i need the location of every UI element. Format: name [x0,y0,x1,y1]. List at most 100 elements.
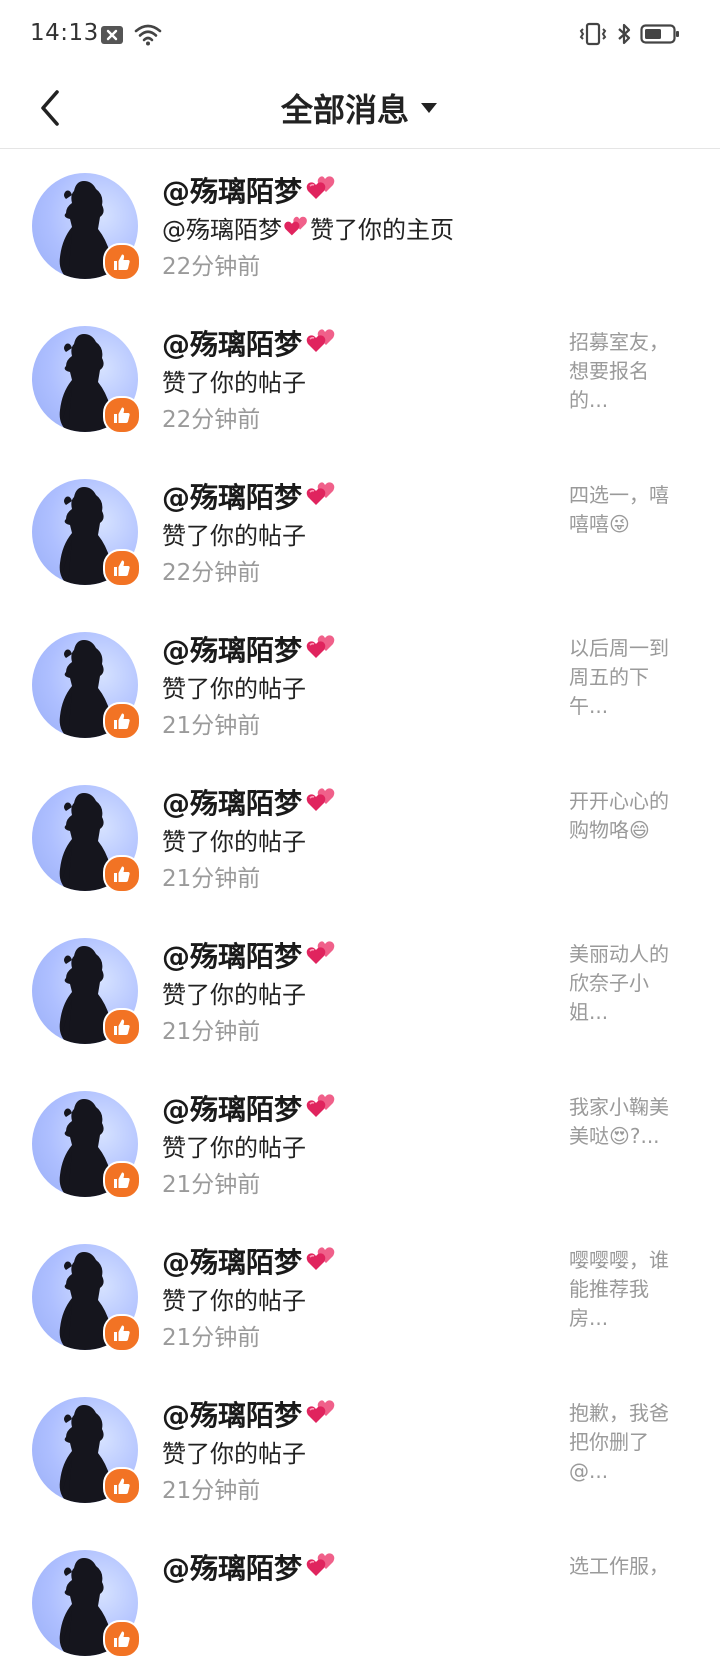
action-text: 赞了你的帖子 [162,823,306,856]
two-hearts-emoji [304,326,338,360]
battery-icon [640,23,680,49]
thumbs-up-icon [103,396,141,434]
status-time: 14:13 [30,20,99,46]
message-list-item[interactable]: @殇璃陌梦 选工作服， [0,1526,720,1679]
action-text: 赞了你的帖子 [162,517,306,550]
message-list-item[interactable]: @殇璃陌梦 @殇璃陌梦 赞了你的主页 22分钟前 [0,149,720,302]
post-preview[interactable]: 选工作服， [569,1552,679,1581]
two-hearts-icon [306,1094,335,1117]
two-hearts-icon [306,788,335,811]
thumbs-up-icon [103,702,141,740]
mention-text: @殇璃陌梦 [162,215,282,244]
timestamp: 22分钟前 [162,407,261,433]
action-label: 赞了你的帖子 [162,1286,306,1315]
two-hearts-emoji [304,173,338,207]
status-right-icons [578,22,680,50]
action-label: 赞了你的帖子 [162,827,306,856]
message-list-item[interactable]: @殇璃陌梦 赞了你的帖子 21分钟前 我家小鞠美美哒😍?... [0,1067,720,1220]
post-preview[interactable]: 抱歉，我爸把你删了@... [569,1399,679,1486]
username-row[interactable]: @殇璃陌梦 [162,1242,338,1280]
post-preview[interactable]: 开开心心的购物咯😄 [569,787,679,845]
post-preview[interactable]: 招募室友，想要报名的... [569,328,679,415]
message-list-item[interactable]: @殇璃陌梦 赞了你的帖子 22分钟前 招募室友，想要报名的... [0,302,720,455]
message-list-item[interactable]: @殇璃陌梦 赞了你的帖子 21分钟前 以后周一到周五的下午... [0,608,720,761]
two-hearts-icon [306,941,335,964]
vibrate-icon [578,22,608,50]
post-preview[interactable]: 以后周一到周五的下午... [569,634,679,721]
username[interactable]: @殇璃陌梦 [162,1088,302,1128]
timestamp: 21分钟前 [162,1172,261,1198]
action-text: 赞了你的帖子 [162,1435,306,1468]
action-text: 赞了你的帖子 [162,364,306,397]
thumbs-up-icon [103,1620,141,1658]
username[interactable]: @殇璃陌梦 [162,170,302,210]
two-hearts-emoji [304,479,338,513]
thumbs-up-icon [103,1161,141,1199]
username-row[interactable]: @殇璃陌梦 [162,171,338,209]
action-label: 赞了你的帖子 [162,674,306,703]
two-hearts-icon [306,1247,335,1270]
two-hearts-icon [306,482,335,505]
username[interactable]: @殇璃陌梦 [162,629,302,669]
username[interactable]: @殇璃陌梦 [162,1241,302,1281]
notification-icon [100,25,124,49]
timestamp: 21分钟前 [162,1478,261,1504]
message-list-item[interactable]: @殇璃陌梦 赞了你的帖子 21分钟前 美丽动人的欣奈子小姐... [0,914,720,1067]
username[interactable]: @殇璃陌梦 [162,1547,302,1587]
status-left-icons [100,24,162,50]
timestamp: 22分钟前 [162,254,261,280]
post-preview[interactable]: 美丽动人的欣奈子小姐... [569,940,679,1027]
two-hearts-emoji [304,1244,338,1278]
username-row[interactable]: @殇璃陌梦 [162,1089,338,1127]
username[interactable]: @殇璃陌梦 [162,935,302,975]
action-text: 赞了你的帖子 [162,1129,306,1162]
message-list-item[interactable]: @殇璃陌梦 赞了你的帖子 21分钟前 开开心心的购物咯😄 [0,761,720,914]
timestamp: 21分钟前 [162,713,261,739]
username-row[interactable]: @殇璃陌梦 [162,1395,338,1433]
message-list-item[interactable]: @殇璃陌梦 赞了你的帖子 22分钟前 四选一，嘻嘻嘻😜 [0,455,720,608]
message-list-item[interactable]: @殇璃陌梦 赞了你的帖子 21分钟前 嘤嘤嘤，谁能推荐我房... [0,1220,720,1373]
message-list-item[interactable]: @殇璃陌梦 赞了你的帖子 21分钟前 抱歉，我爸把你删了@... [0,1373,720,1526]
timestamp: 22分钟前 [162,560,261,586]
two-hearts-icon [306,176,335,199]
page-title: 全部消息 [280,91,409,129]
post-preview[interactable]: 四选一，嘻嘻嘻😜 [569,481,679,539]
two-hearts-emoji [304,1550,338,1584]
username[interactable]: @殇璃陌梦 [162,323,302,363]
username-row[interactable]: @殇璃陌梦 [162,783,338,821]
message-list: @殇璃陌梦 @殇璃陌梦 赞了你的主页 22分钟前 @殇璃陌梦 赞了你的帖子 22分钟… [0,149,720,1679]
post-preview[interactable]: 我家小鞠美美哒😍?... [569,1093,679,1151]
header: 全部消息 [0,72,720,149]
title-dropdown[interactable]: 全部消息 [0,80,720,136]
two-hearts-icon [306,329,335,352]
username-row[interactable]: @殇璃陌梦 [162,477,338,515]
thumbs-up-icon [103,1467,141,1505]
status-bar: 14:13 [0,0,720,72]
two-hearts-emoji [304,1091,338,1125]
action-text: 赞了你的帖子 [162,670,306,703]
username[interactable]: @殇璃陌梦 [162,476,302,516]
username-row[interactable]: @殇璃陌梦 [162,324,338,362]
action-label: 赞了你的帖子 [162,980,306,1009]
action-text: 赞了你的帖子 [162,1282,306,1315]
username-row[interactable]: @殇璃陌梦 [162,630,338,668]
action-label: 赞了你的主页 [310,215,454,244]
timestamp: 21分钟前 [162,1019,261,1045]
username-row[interactable]: @殇璃陌梦 [162,1548,338,1586]
username[interactable]: @殇璃陌梦 [162,782,302,822]
thumbs-up-icon [103,243,141,281]
caret-down-icon [421,103,437,113]
timestamp: 21分钟前 [162,1325,261,1351]
two-hearts-emoji [304,938,338,972]
action-text: @殇璃陌梦 赞了你的主页 [162,211,454,244]
thumbs-up-icon [103,1314,141,1352]
two-hearts-icon [306,635,335,658]
username-row[interactable]: @殇璃陌梦 [162,936,338,974]
username[interactable]: @殇璃陌梦 [162,1394,302,1434]
two-hearts-emoji [304,785,338,819]
post-preview[interactable]: 嘤嘤嘤，谁能推荐我房... [569,1246,679,1333]
two-hearts-icon [306,1400,335,1423]
action-label: 赞了你的帖子 [162,368,306,397]
two-hearts-emoji [304,632,338,666]
action-label: 赞了你的帖子 [162,1133,306,1162]
